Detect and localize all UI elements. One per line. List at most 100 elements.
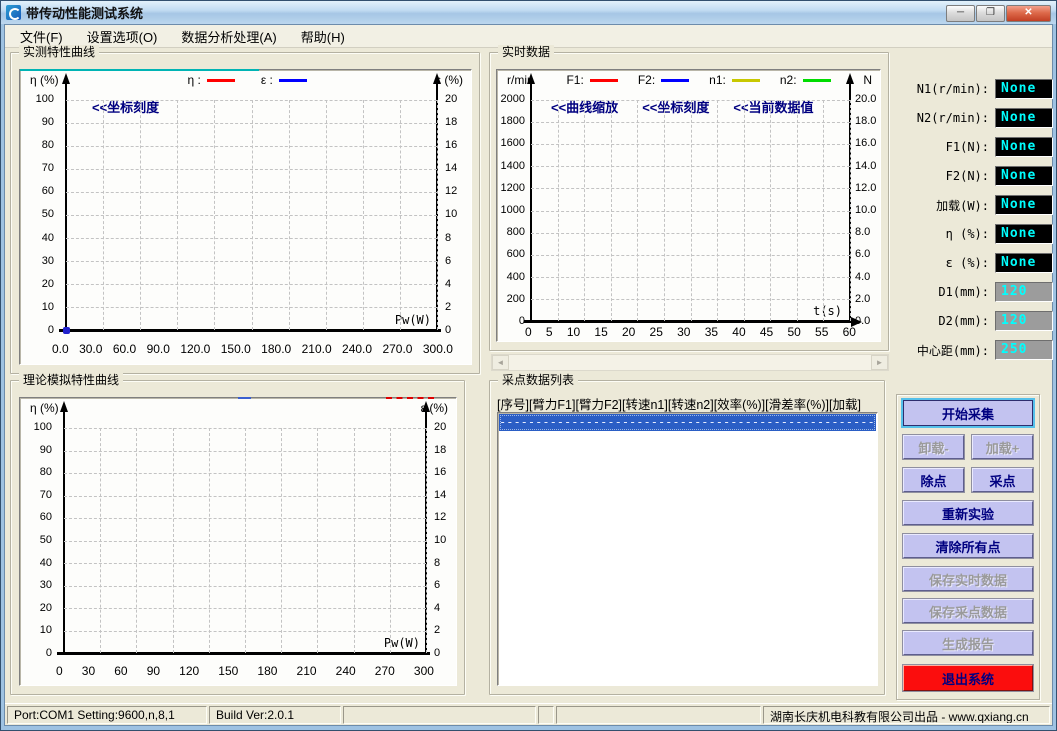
readout-row: F2(N):None — [895, 166, 1053, 186]
scroll-right-icon[interactable]: ► — [871, 355, 888, 370]
tick-label: 50 — [787, 325, 800, 339]
clear-all-points-button[interactable]: 清除所有点 — [903, 534, 1033, 558]
tick-label: 270 — [375, 664, 395, 678]
tick-label: 240 — [336, 664, 356, 678]
gridline-horizontal — [64, 608, 426, 609]
arrow-up-icon — [60, 401, 68, 412]
gridline-vertical — [850, 100, 851, 321]
panel-points-list: 采点数据列表 [序号][臂力F1][臂力F2][转速n1][转速n2][效率(%… — [489, 380, 885, 695]
menu-help[interactable]: 帮助(H) — [292, 25, 354, 48]
scroll-left-icon[interactable]: ◄ — [492, 355, 509, 370]
legend-label: ε : — [261, 73, 273, 87]
horizontal-scrollbar[interactable]: ◄ ► — [491, 354, 889, 371]
tick-label: 20 — [434, 421, 446, 434]
close-button[interactable]: ✕ — [1006, 5, 1051, 22]
minimize-button[interactable]: ─ — [946, 5, 975, 22]
panel-theory-curve: 理论模拟特性曲线 η (%) ε (%) 1009080706050403020… — [10, 380, 465, 695]
origin-point — [63, 327, 70, 334]
readout-display: None — [995, 137, 1053, 157]
tick-label: 90.0 — [147, 342, 170, 356]
tick-label: 20 — [622, 325, 635, 339]
legend-color-swatch — [590, 79, 618, 82]
tick-label: 300 — [414, 664, 434, 678]
points-listbox[interactable]: ----------------------------------------… — [497, 412, 878, 686]
client-area: 文件(F) 设置选项(O) 数据分析处理(A) 帮助(H) 实测特性曲线 η (… — [4, 24, 1053, 726]
gridline-vertical — [437, 100, 438, 330]
tick-label: 30 — [677, 325, 690, 339]
gridline-horizontal — [64, 473, 426, 474]
readout-label: D2(mm): — [895, 314, 989, 328]
gridline-horizontal — [64, 563, 426, 564]
tick-label: 5 — [546, 325, 553, 339]
tick-label: 10.0 — [855, 204, 876, 217]
panel-title: 采点数据列表 — [498, 373, 578, 387]
tick-label: 90 — [42, 116, 54, 129]
control-buttons-panel: 开始采集 卸载- 加载+ 除点 采点 重新实验 清除所有点 保存实时数据 保存采… — [896, 394, 1040, 700]
gridline-horizontal — [531, 144, 850, 145]
maximize-button[interactable]: ❐ — [976, 5, 1005, 22]
status-spacer — [556, 706, 761, 724]
readout-row: η (%):None — [895, 224, 1053, 244]
unload-button[interactable]: 卸载- — [903, 435, 964, 459]
readout-input[interactable]: 120 — [995, 282, 1053, 302]
gridline-horizontal — [531, 211, 850, 212]
readout-input[interactable]: 120 — [995, 311, 1053, 331]
save-realtime-data-button[interactable]: 保存实时数据 — [903, 567, 1033, 591]
tick-label: 80 — [42, 139, 54, 152]
tick-label: 4 — [445, 278, 451, 291]
panel-title: 实时数据 — [498, 45, 554, 59]
menu-analysis[interactable]: 数据分析处理(A) — [172, 25, 285, 48]
exit-system-button[interactable]: 退出系统 — [903, 665, 1033, 691]
gridline-horizontal — [66, 192, 437, 193]
remove-point-button[interactable]: 除点 — [903, 468, 964, 492]
tick-label: 210 — [297, 664, 317, 678]
legend-item: ε : — [261, 73, 307, 87]
legend-label: F2: — [638, 73, 655, 87]
tick-label: 12 — [445, 185, 457, 198]
tick-label: 55 — [815, 325, 828, 339]
tick-label: 12.0 — [855, 182, 876, 195]
tick-label: 8.0 — [855, 226, 870, 239]
chart-legend: η :ε : — [59, 73, 436, 87]
tick-label: 18 — [434, 444, 446, 457]
theory-chart: η (%) ε (%) 1009080706050403020100 20181… — [19, 397, 457, 686]
gridline-horizontal — [64, 496, 426, 497]
tick-label: 0 — [445, 324, 451, 337]
readout-label: η (%): — [895, 227, 989, 241]
start-acquisition-button[interactable]: 开始采集 — [903, 400, 1033, 426]
readout-display: None — [995, 108, 1053, 128]
plot-area: <<坐标刻度 Pw(W) — [66, 100, 437, 330]
readout-input[interactable]: 250 — [995, 340, 1053, 360]
save-point-data-button[interactable]: 保存采点数据 — [903, 599, 1033, 623]
titlebar: 带传动性能测试系统 ─ ❐ ✕ — [1, 1, 1056, 24]
tick-label: 90 — [147, 664, 160, 678]
generate-report-button[interactable]: 生成报告 — [903, 631, 1033, 655]
gridline-horizontal — [531, 277, 850, 278]
chart-legend: F1:F2:n1:n2: — [534, 73, 864, 87]
tick-label: 4.0 — [855, 271, 870, 284]
gridline-horizontal — [531, 255, 850, 256]
tick-label: 2.0 — [855, 293, 870, 306]
tick-label: 4 — [434, 602, 440, 615]
plot-area: Pw(W) — [64, 428, 426, 653]
gridline-horizontal — [64, 541, 426, 542]
tick-label: 1400 — [501, 160, 525, 173]
readout-row: N2(r/min):None — [895, 108, 1053, 128]
readout-display: None — [995, 253, 1053, 273]
tick-label: 16 — [445, 139, 457, 152]
gridline-horizontal — [66, 169, 437, 170]
arrow-up-icon — [433, 73, 441, 84]
tick-label: 40 — [42, 232, 54, 245]
legend-color-swatch — [732, 79, 760, 82]
tick-label: 60 — [114, 664, 127, 678]
tick-label: 1600 — [501, 137, 525, 150]
x-axis-ticks: 0306090120150180210240270300 — [56, 664, 434, 678]
pick-point-button[interactable]: 采点 — [972, 468, 1033, 492]
tick-label: 60 — [843, 325, 856, 339]
legend-color-swatch — [803, 79, 831, 82]
selected-list-row[interactable]: ----------------------------------------… — [499, 414, 876, 431]
load-button[interactable]: 加载+ — [972, 435, 1033, 459]
gridline-horizontal — [66, 100, 437, 101]
legend-item: F1: — [566, 73, 617, 87]
restart-experiment-button[interactable]: 重新实验 — [903, 501, 1033, 525]
